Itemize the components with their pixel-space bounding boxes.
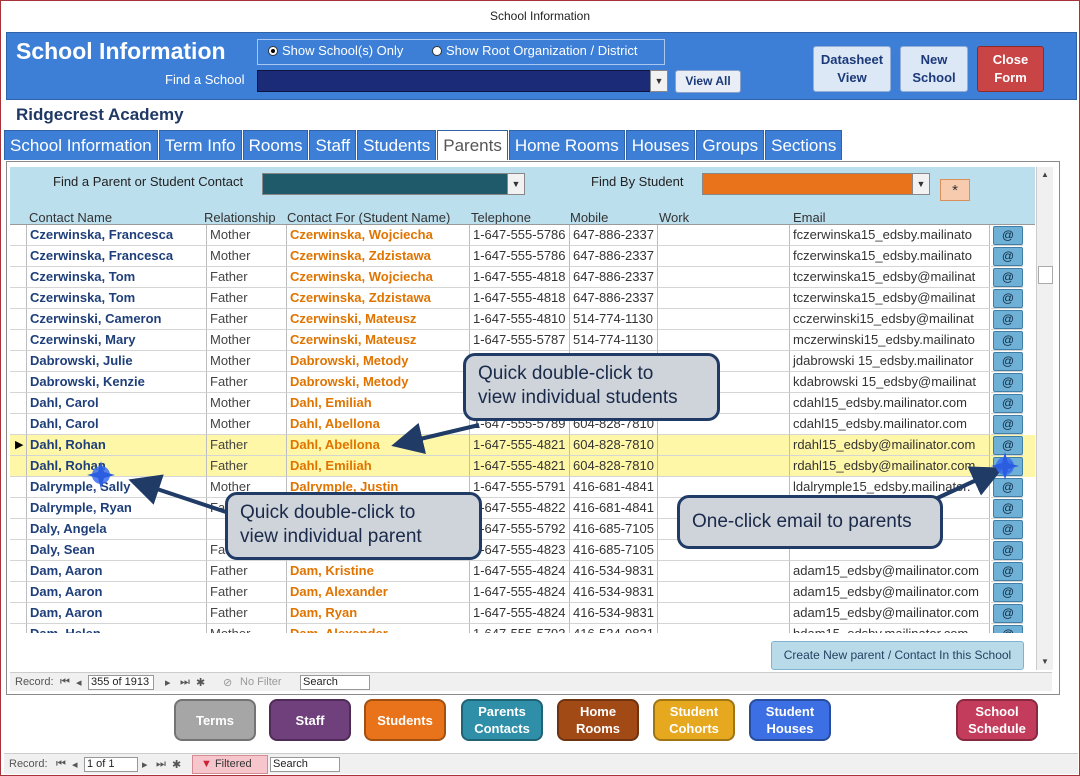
callout-parent: Quick double-click to view individual pa… [225, 492, 482, 560]
callout-students-line2: view individual students [478, 387, 678, 408]
callout-parent-line2: view individual parent [240, 526, 422, 547]
callout-parent-line1: Quick double-click to [240, 502, 416, 523]
callout-students-line1: Quick double-click to [478, 363, 654, 384]
callout-students: Quick double-click to view individual st… [463, 353, 720, 421]
click-burst-icon [991, 452, 1019, 480]
click-burst-icon [87, 461, 115, 489]
callout-email: One-click email to parents [677, 495, 943, 549]
arrow-to-student [391, 422, 480, 455]
window: School Information School Information Sh… [0, 0, 1080, 776]
callout-email-text: One-click email to parents [692, 511, 912, 532]
arrow-to-email [930, 466, 1004, 503]
